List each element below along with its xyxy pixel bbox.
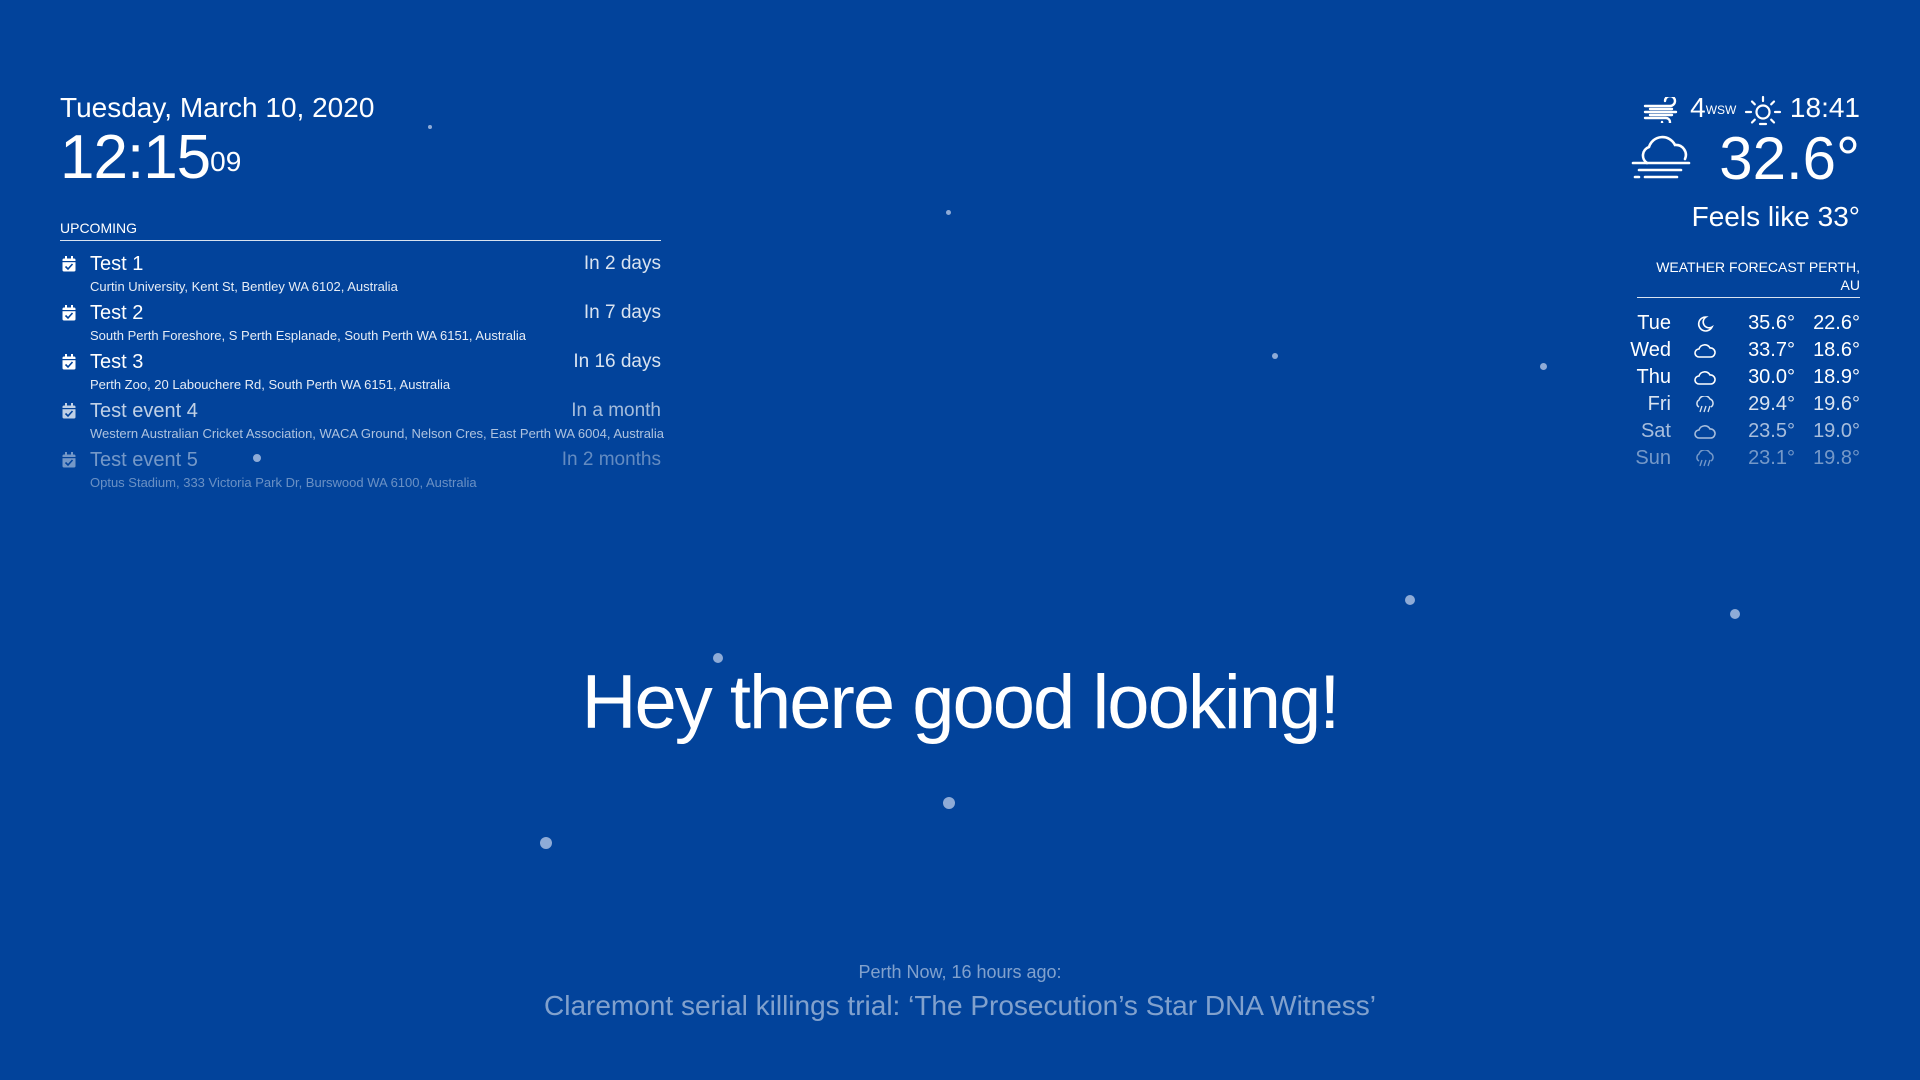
forecast-min: 19.6° [1813, 393, 1860, 415]
rain-cloud-icon [1696, 450, 1714, 467]
event-title: Test 2 [90, 302, 144, 324]
moon-icon [1697, 316, 1714, 332]
calendar-event: Test 1 In 2 days Curtin University, Kent… [60, 251, 661, 300]
snowflake [540, 837, 552, 849]
forecast-min: 18.6° [1813, 339, 1860, 361]
wind-icon [1644, 94, 1678, 127]
forecast-table: Tue 35.6° 22.6° Wed 33.7° 18.6° Thu 30.0… [1630, 310, 1860, 472]
event-time: In a month [571, 400, 661, 421]
clock-seconds: 09 [210, 146, 242, 177]
event-title: Test 3 [90, 351, 144, 373]
event-title: Test event 5 [90, 449, 198, 471]
event-title: Test event 4 [90, 400, 198, 422]
forecast-row: Fri 29.4° 19.6° [1637, 391, 1860, 418]
rain-cloud-icon [1696, 396, 1714, 413]
calendar-check-icon [62, 305, 76, 321]
calendar-check-icon [62, 256, 76, 272]
clock-hours-minutes: 12:15 [60, 123, 211, 192]
forecast-max: 23.5° [1748, 420, 1795, 442]
forecast-day: Thu [1636, 366, 1671, 388]
cloudy-windy-icon [1631, 135, 1690, 179]
calendar-event: Test 3 In 16 days Perth Zoo, 20 Labouche… [60, 349, 661, 398]
forecast-max: 23.1° [1748, 447, 1795, 469]
forecast-row: Sat 23.5° 19.0° [1637, 418, 1860, 445]
weather-forecast-module: WEATHER FORECAST PERTH, AU Tue 35.6° 22.… [1630, 258, 1860, 472]
news-headline: Claremont serial killings trial: ‘The Pr… [544, 990, 1376, 1021]
forecast-max: 29.4° [1748, 393, 1795, 415]
magic-mirror-screen: Tuesday, March 10, 2020 12:1509 UPCOMING… [0, 0, 1920, 1080]
forecast-header: WEATHER FORECAST PERTH, AU [1637, 258, 1860, 298]
event-location: Optus Stadium, 333 Victoria Park Dr, Bur… [90, 475, 477, 490]
event-location: Perth Zoo, 20 Labouchere Rd, South Perth… [90, 377, 451, 392]
event-title: Test 1 [90, 253, 144, 275]
clock-time: 12:1509 [60, 126, 374, 190]
forecast-min: 19.8° [1813, 447, 1860, 469]
feels-like: Feels like 33° [1691, 201, 1860, 232]
forecast-row: Sun 23.1° 19.8° [1635, 445, 1860, 472]
calendar-module: UPCOMING Test 1 In 2 days Curtin Univers… [60, 219, 664, 496]
calendar-event: Test 2 In 7 days South Perth Foreshore, … [60, 300, 661, 349]
current-weather-module: 4WSW 18:41 32.6° Feels like 33° [1631, 90, 1860, 234]
news-feed-module: Perth Now, 16 hours ago: Claremont seria… [0, 960, 1920, 1024]
news-source: Perth Now, 16 hours ago: [858, 962, 1062, 982]
forecast-day: Wed [1630, 339, 1671, 361]
forecast-max: 33.7° [1748, 339, 1795, 361]
sunset-time: 18:41 [1789, 92, 1860, 123]
wind-speed: 4 [1690, 92, 1706, 123]
forecast-row: Tue 35.6° 22.6° [1637, 310, 1860, 337]
snowflake [946, 210, 951, 215]
sunset-icon [1745, 95, 1782, 125]
event-time: In 2 days [583, 253, 661, 274]
forecast-day: Sat [1640, 420, 1671, 442]
forecast-max: 30.0° [1748, 366, 1795, 388]
snowflake [1730, 609, 1740, 619]
current-temperature: 32.6° [1719, 125, 1860, 192]
snowflake [1405, 595, 1415, 605]
calendar-check-icon [62, 354, 76, 370]
forecast-min: 18.9° [1813, 366, 1860, 388]
event-time: In 2 months [561, 449, 661, 470]
compliment-text: Hey there good looking! [581, 660, 1341, 745]
event-location: South Perth Foreshore, S Perth Esplanade… [90, 328, 526, 343]
forecast-min: 19.0° [1813, 420, 1860, 442]
forecast-min: 22.6° [1813, 312, 1860, 334]
current-temperature-row: 32.6° [1631, 126, 1860, 192]
event-location: Curtin University, Kent St, Bentley WA 6… [90, 279, 398, 294]
event-time: In 7 days [583, 302, 661, 323]
forecast-day: Fri [1647, 393, 1671, 415]
snowflake [428, 125, 432, 129]
snowflake [943, 797, 955, 809]
forecast-row: Wed 33.7° 18.6° [1630, 337, 1860, 364]
calendar-check-icon [62, 452, 76, 468]
cloud-icon [1694, 425, 1716, 439]
event-list: Test 1 In 2 days Curtin University, Kent… [60, 251, 664, 496]
calendar-event: Test event 5 In 2 months Optus Stadium, … [60, 447, 661, 496]
snowflake [1272, 353, 1278, 359]
wind-direction: WSW [1705, 103, 1737, 117]
clock-date: Tuesday, March 10, 2020 [60, 92, 375, 123]
weather-summary-row: 4WSW 18:41 [1631, 90, 1860, 127]
snowflake [1540, 363, 1547, 370]
forecast-row: Thu 30.0° 18.9° [1637, 364, 1860, 391]
calendar-check-icon [62, 403, 76, 419]
cloud-icon [1694, 371, 1716, 385]
calendar-header: UPCOMING [60, 219, 661, 241]
clock-module: Tuesday, March 10, 2020 12:1509 [60, 90, 374, 190]
event-location: Western Australian Cricket Association, … [90, 426, 664, 441]
calendar-event: Test event 4 In a month Western Australi… [60, 398, 664, 447]
forecast-day: Sun [1635, 447, 1671, 469]
cloud-icon [1694, 344, 1716, 358]
event-time: In 16 days [573, 351, 661, 372]
forecast-day: Tue [1637, 312, 1671, 334]
forecast-max: 35.6° [1748, 312, 1795, 334]
